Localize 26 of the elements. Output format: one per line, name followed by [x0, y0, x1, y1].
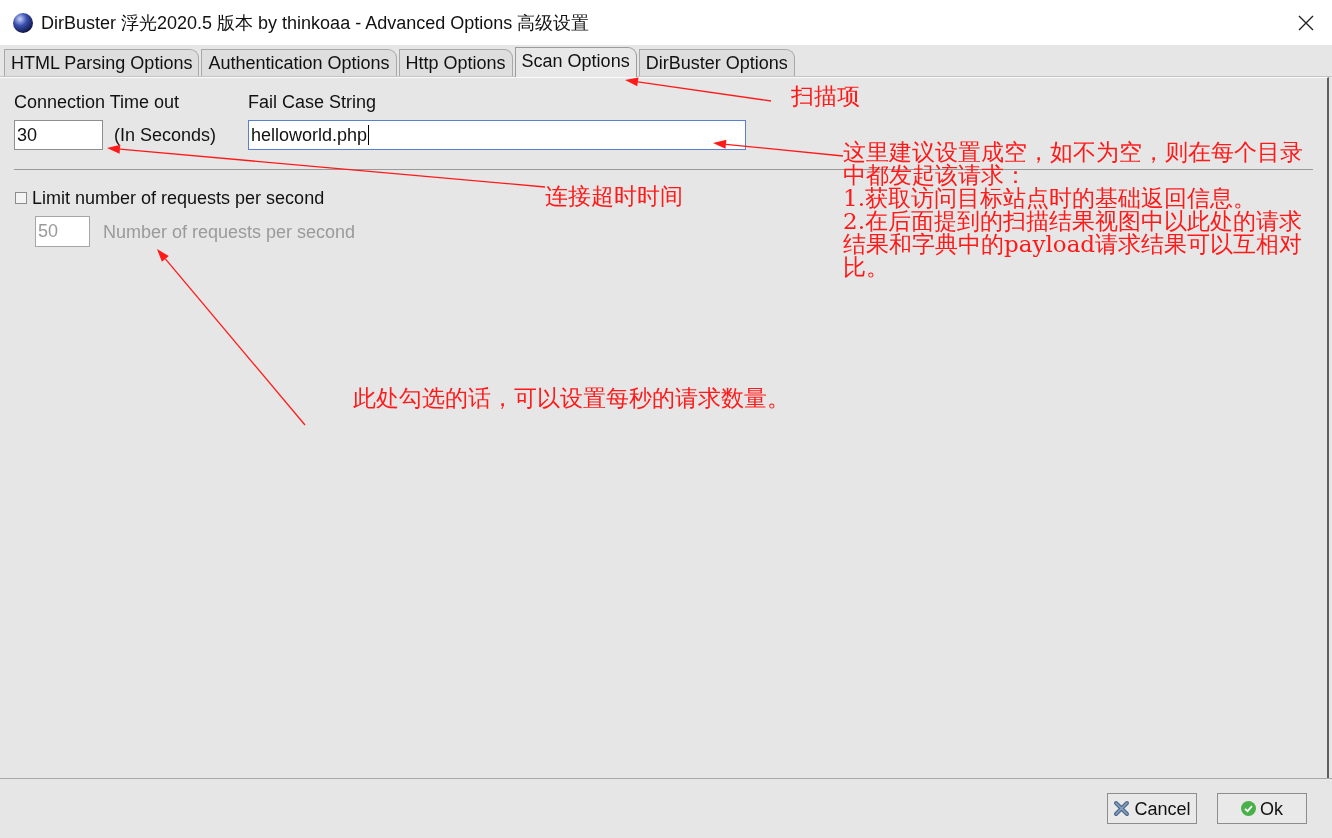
tab[interactable]: Http Options [398, 49, 513, 76]
tab[interactable]: DirBuster Options [638, 49, 795, 76]
globe-icon [13, 12, 33, 33]
check-circle-icon [1241, 801, 1256, 816]
field-label: Fail Case String [248, 91, 378, 113]
checkbox[interactable] [15, 192, 27, 204]
window-title: DirBuster 浮光2020.5 版本 by thinkoaa - Advanced Options 高级设置 [41, 11, 590, 34]
fail-case-field[interactable]: helloworld.php [248, 120, 746, 150]
close-icon [1298, 14, 1314, 31]
tab[interactable]: HTML Parsing Options [4, 49, 200, 76]
annotation-text: 连接超时时间 [545, 185, 684, 208]
annotation-text: 扫描项 [791, 85, 861, 108]
checkbox-label: Limit number of requests per second [32, 187, 325, 209]
annotation-text: 这里建议设置成空，如不为空，则在每个目录中都发起该请求： [843, 141, 1304, 187]
annotation-text: 此处勾选的话，可以设置每秒的请求数量。 [353, 387, 791, 410]
field-label: Number of requests per second [103, 220, 356, 243]
ok-button[interactable]: Ok [1217, 793, 1307, 824]
timeout-field[interactable]: 30 [14, 120, 103, 150]
annotation-text: 1.获取访问目标站点时的基础返回信息。 [843, 187, 1256, 210]
tab[interactable]: Authentication Options [201, 49, 397, 76]
unit-label: (In Seconds) [114, 124, 217, 146]
cross-icon [1113, 800, 1131, 817]
tab[interactable]: Scan Options [514, 47, 637, 77]
cancel-button[interactable]: Cancel [1107, 793, 1197, 824]
annotation-text: 2.在后面提到的扫描结果视图中以此处的请求结果和字典中的payload请求结果可以互相对比。 [843, 210, 1304, 279]
field-label: Connection Time out [14, 91, 181, 113]
